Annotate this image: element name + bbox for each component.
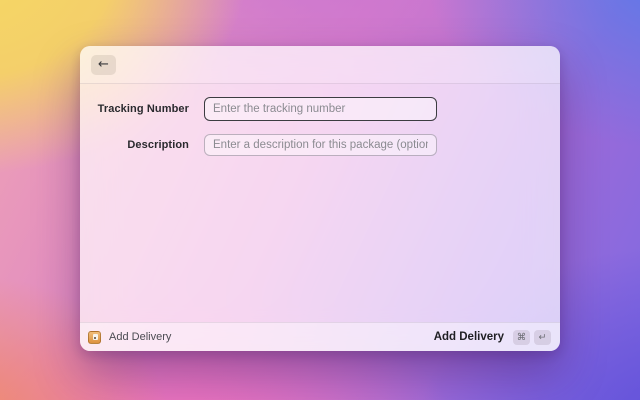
command-key-icon: ⌘ — [513, 330, 530, 345]
tracking-number-input[interactable] — [204, 97, 437, 121]
add-delivery-form: Tracking Number Description — [80, 84, 560, 322]
back-button[interactable]: ← — [91, 55, 116, 75]
window-footer: Add Delivery Add Delivery ⌘ ↵ — [80, 322, 560, 351]
description-label: Description — [80, 139, 189, 151]
tracking-number-field-wrap — [204, 97, 437, 121]
add-delivery-window: ← Tracking Number Description Add Delive… — [80, 46, 560, 351]
return-key-icon: ↵ — [534, 330, 551, 345]
tracking-number-row: Tracking Number — [80, 97, 560, 121]
window-titlebar: ← — [80, 46, 560, 84]
back-arrow-icon: ← — [98, 56, 109, 74]
add-delivery-button[interactable]: Add Delivery ⌘ ↵ — [434, 330, 551, 345]
description-field-wrap — [204, 134, 437, 156]
description-row: Description — [80, 134, 560, 156]
desktop-background: { "window": { "header": { "back_icon": "… — [0, 0, 640, 400]
package-icon — [88, 331, 101, 344]
add-delivery-button-label: Add Delivery — [434, 331, 504, 343]
footer-app-info: Add Delivery — [88, 331, 171, 344]
description-input[interactable] — [204, 134, 437, 156]
tracking-number-label: Tracking Number — [80, 103, 189, 115]
footer-app-label: Add Delivery — [109, 331, 171, 343]
